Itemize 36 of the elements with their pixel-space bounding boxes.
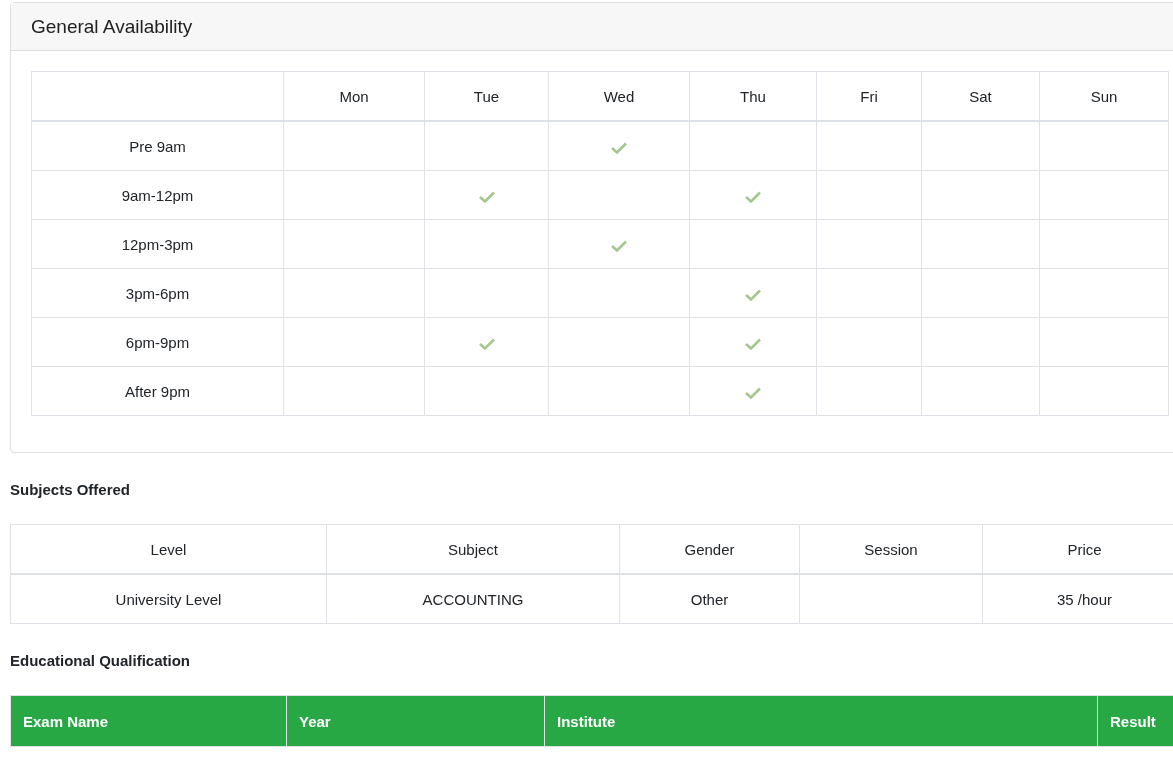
table-cell: University Level <box>10 574 327 624</box>
section-title: Subjects Offered <box>10 481 132 498</box>
table-header-cell: Tue <box>424 71 549 121</box>
table-header-cell: Subject <box>326 524 620 574</box>
table-header-cell: Institute <box>544 695 1098 747</box>
table-header-cell: Exam Name <box>10 695 287 747</box>
table-cell: 9am-12pm <box>31 170 284 220</box>
check-icon <box>611 239 627 252</box>
check-icon <box>745 288 761 301</box>
table-header-cell: Thu <box>689 71 817 121</box>
check-icon <box>478 337 495 350</box>
table-header-cell: Price <box>982 524 1173 574</box>
table-header-cell: Level <box>10 524 327 574</box>
table-header-cell: Result <box>1097 695 1173 747</box>
check-icon <box>611 141 627 154</box>
check-icon <box>745 190 761 203</box>
table-cell: Other <box>619 574 800 624</box>
table-cell: ACCOUNTING <box>326 574 620 624</box>
table-header-cell: Mon <box>283 71 425 121</box>
table-header-cell: Sun <box>1039 71 1169 121</box>
table-header-cell: Gender <box>619 524 800 574</box>
table-header-cell: Wed <box>548 71 690 121</box>
table-header-cell: Sat <box>921 71 1040 121</box>
panel-title: General Availability <box>31 15 193 38</box>
table-cell: 12pm-3pm <box>31 219 284 269</box>
check-icon <box>478 190 495 203</box>
table-cell: 3pm-6pm <box>31 268 284 318</box>
table-cell: 6pm-9pm <box>31 317 284 367</box>
section-title: Educational Qualification <box>10 652 192 669</box>
check-icon <box>745 337 761 350</box>
check-icon <box>745 386 761 399</box>
table-cell: After 9pm <box>31 366 284 416</box>
table-header-cell: Fri <box>816 71 922 121</box>
table-header-cell: Year <box>286 695 545 747</box>
table-cell: Pre 9am <box>31 121 284 171</box>
table-header-cell: Session <box>799 524 983 574</box>
